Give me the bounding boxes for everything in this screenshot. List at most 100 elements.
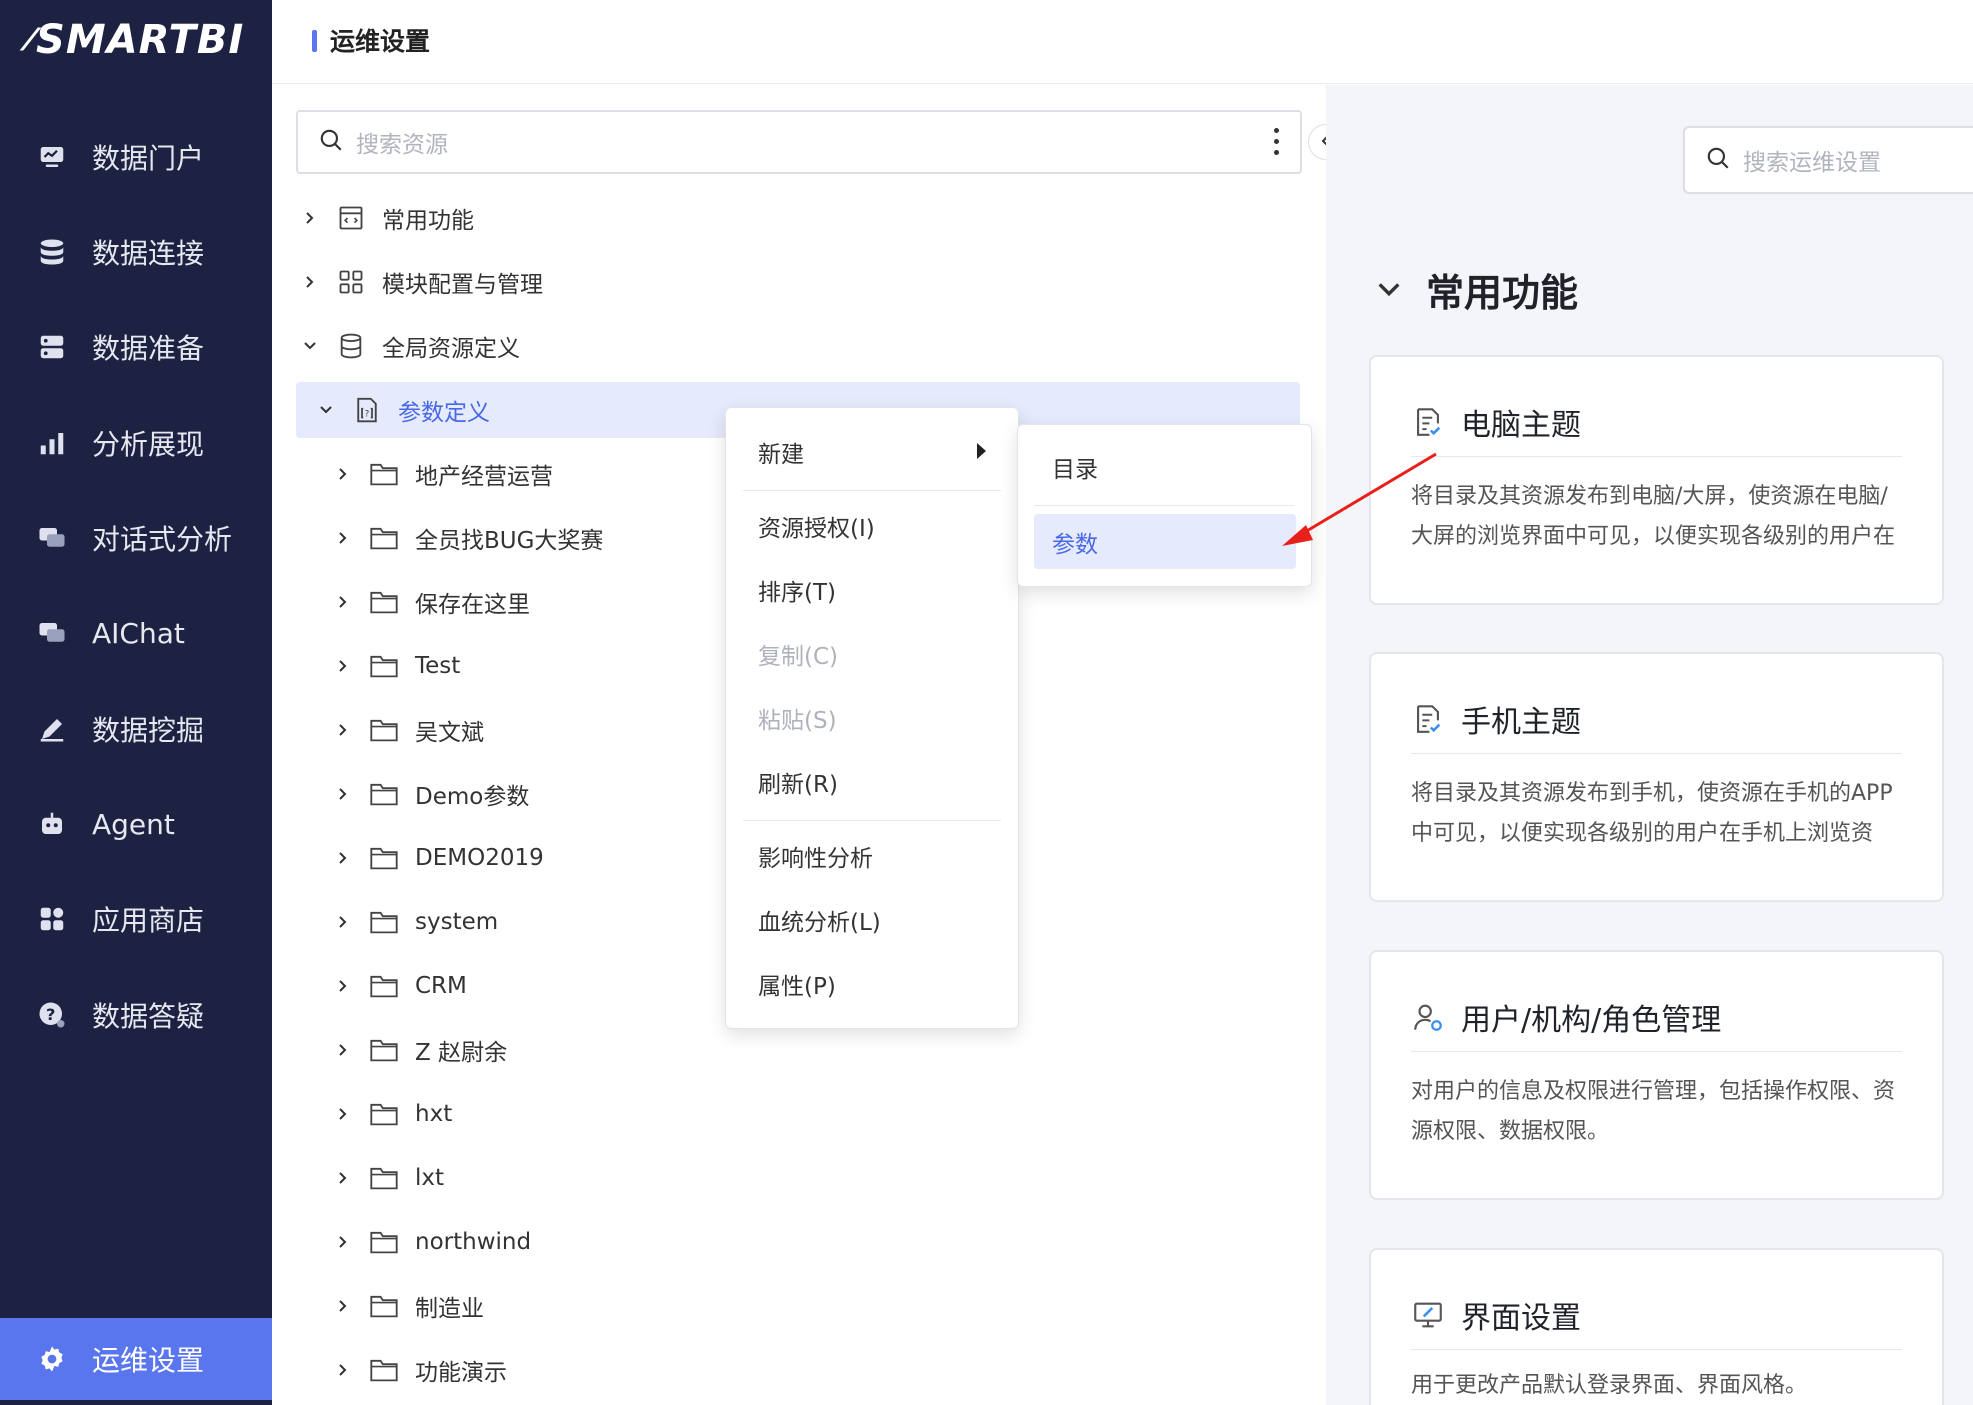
menu-item-lineage-analysis[interactable]: 血统分析(L) — [758, 900, 881, 940]
monitor-edit-icon — [1411, 1298, 1445, 1332]
page-title: 运维设置 — [330, 27, 431, 56]
ops-search-input[interactable]: 搜索运维设置 — [1683, 126, 1973, 194]
tree-node-folder[interactable]: Z 赵尉余 — [333, 1025, 733, 1075]
resource-search-input[interactable]: 搜索资源 — [296, 110, 1302, 174]
chevron-right-icon[interactable] — [333, 848, 353, 868]
chevron-right-icon[interactable] — [333, 720, 353, 740]
sidebar-item-data-portal[interactable]: 数据门户 — [0, 116, 272, 198]
bar-chart-icon — [36, 427, 68, 459]
chevron-right-icon[interactable] — [333, 1104, 353, 1124]
chevron-right-icon[interactable] — [333, 1232, 353, 1252]
folder-label: system — [415, 909, 499, 935]
tree-node-folder[interactable]: 全员找BUG大奖赛 — [333, 513, 733, 563]
chevron-right-icon[interactable] — [333, 656, 353, 676]
folder-label: DEMO2019 — [415, 845, 544, 871]
sidebar-item-ops-settings[interactable]: 运维设置 — [0, 1318, 272, 1400]
card-pc-theme[interactable]: 电脑主题 将目录及其资源发布到电脑/大屏，使资源在电脑/大屏的浏览界面中可见，以… — [1369, 355, 1944, 605]
folder-icon — [369, 1163, 399, 1193]
submenu-item-parameter[interactable]: 参数 — [1034, 514, 1296, 569]
tree-node-folder[interactable]: 功能演示 — [333, 1345, 733, 1395]
menu-item-refresh[interactable]: 刷新(R) — [758, 762, 838, 802]
more-options-icon[interactable] — [1274, 128, 1280, 155]
chevron-right-icon[interactable] — [333, 1040, 353, 1060]
tree-node-folder[interactable]: Demo参数 — [333, 769, 733, 819]
tree-node-folder[interactable]: system — [333, 897, 733, 947]
sidebar-item-app-store[interactable]: 应用商店 — [0, 878, 272, 960]
chevron-right-icon[interactable] — [333, 1360, 353, 1380]
folder-icon — [369, 779, 399, 809]
menu-divider — [1034, 505, 1295, 506]
submenu-item-directory[interactable]: 目录 — [1034, 439, 1296, 494]
chevron-right-icon[interactable] — [333, 592, 353, 612]
tree-node-folder[interactable]: CRM — [333, 961, 733, 1011]
chevron-down-icon[interactable] — [300, 336, 320, 356]
card-user-org-role[interactable]: 用户/机构/角色管理 对用户的信息及权限进行管理，包括操作权限、资源权限、数据权… — [1369, 950, 1944, 1200]
card-ui-settings[interactable]: 界面设置 用于更改产品默认登录界面、界面风格。 — [1369, 1248, 1944, 1405]
folder-label: CRM — [415, 973, 467, 999]
folder-icon — [369, 907, 399, 937]
menu-item-copy[interactable]: 复制(C) — [758, 634, 838, 674]
chevron-right-icon[interactable] — [333, 784, 353, 804]
chevron-right-icon[interactable] — [333, 1296, 353, 1316]
section-common-functions[interactable]: 常用功能 — [1376, 262, 1578, 317]
chevron-right-icon[interactable] — [333, 464, 353, 484]
menu-item-new[interactable]: 新建 — [758, 432, 988, 472]
card-description: 对用户的信息及权限进行管理，包括操作权限、资源权限、数据权限。 — [1411, 1079, 1896, 1144]
menu-item-grant[interactable]: 资源授权(I) — [758, 506, 875, 546]
chevron-down-icon[interactable] — [316, 400, 336, 420]
folder-icon — [369, 715, 399, 745]
parameter-doc-icon: ? — [352, 395, 382, 425]
menu-item-paste[interactable]: 粘贴(S) — [758, 698, 837, 738]
folder-label: hxt — [415, 1101, 453, 1127]
sidebar-item-qa[interactable]: ? 数据答疑 — [0, 974, 272, 1056]
sidebar-item-data-connection[interactable]: 数据连接 — [0, 211, 272, 293]
folder-icon — [369, 1227, 399, 1257]
smartbi-logo[interactable]: ⁄ SMARTBI — [28, 12, 244, 68]
tree-node-folder[interactable]: lxt — [333, 1153, 733, 1203]
tree-node-folder[interactable]: 地产经营运营 — [333, 449, 733, 499]
folder-icon — [369, 1355, 399, 1385]
document-check-icon — [1411, 405, 1445, 439]
tree-node-folder[interactable]: 保存在这里 — [333, 577, 733, 627]
tree-node-folder[interactable]: northwind — [333, 1217, 733, 1267]
submenu-arrow-icon — [977, 443, 986, 459]
sidebar-item-data-mining[interactable]: 数据挖掘 — [0, 688, 272, 770]
tree-node-module-config[interactable]: 模块配置与管理 — [300, 257, 1000, 307]
menu-item-impact-analysis[interactable]: 影响性分析 — [758, 836, 873, 876]
pencil-icon — [36, 713, 68, 745]
folder-icon — [369, 1099, 399, 1129]
chevron-right-icon[interactable] — [333, 528, 353, 548]
sidebar-item-conversational[interactable]: 对话式分析 — [0, 497, 272, 579]
chevron-right-icon[interactable] — [333, 1168, 353, 1188]
chevron-right-icon[interactable] — [300, 272, 320, 292]
menu-divider — [743, 490, 1001, 491]
chevron-right-icon[interactable] — [333, 912, 353, 932]
tree-node-folder[interactable]: hxt — [333, 1089, 733, 1139]
tree-node-folder[interactable]: Test — [333, 641, 733, 691]
menu-item-properties[interactable]: 属性(P) — [758, 964, 836, 1004]
menu-item-sort[interactable]: 排序(T) — [758, 570, 836, 610]
tree-node-folder[interactable]: 吴文斌 — [333, 705, 733, 755]
sidebar-item-analysis[interactable]: 分析展现 — [0, 402, 272, 484]
tree-node-folder[interactable]: DEMO2019 — [333, 833, 733, 883]
sidebar-item-aichat[interactable]: AIChat — [0, 592, 272, 674]
folder-label: 保存在这里 — [415, 592, 530, 618]
sidebar-item-data-prep[interactable]: 数据准备 — [0, 306, 272, 388]
card-description: 将目录及其资源发布到手机，使资源在手机的APP中可见，以便实现各级别的用户在手机… — [1411, 781, 1893, 846]
folder-icon — [369, 971, 399, 1001]
tree-node-common-functions[interactable]: 常用功能 — [300, 193, 1000, 243]
folder-label: 吴文斌 — [415, 720, 484, 746]
server-icon — [36, 331, 68, 363]
sidebar: ⁄ SMARTBI 数据门户 数据连接 数据准备 分析展现 对话式分析 AICh… — [0, 0, 272, 1405]
sidebar-item-agent[interactable]: Agent — [0, 783, 272, 865]
modules-grid-icon — [336, 267, 366, 297]
chevron-right-icon[interactable] — [333, 976, 353, 996]
new-submenu: 目录 参数 — [1017, 424, 1312, 587]
chevron-right-icon[interactable] — [300, 208, 320, 228]
database-icon — [36, 236, 68, 268]
page-header: 运维设置 — [272, 0, 1973, 84]
tree-node-global-resources[interactable]: 全局资源定义 — [300, 321, 1000, 371]
tree-node-folder[interactable]: 制造业 — [333, 1281, 733, 1331]
card-mobile-theme[interactable]: 手机主题 将目录及其资源发布到手机，使资源在手机的APP中可见，以便实现各级别的… — [1369, 652, 1944, 902]
folder-label: lxt — [415, 1165, 445, 1191]
